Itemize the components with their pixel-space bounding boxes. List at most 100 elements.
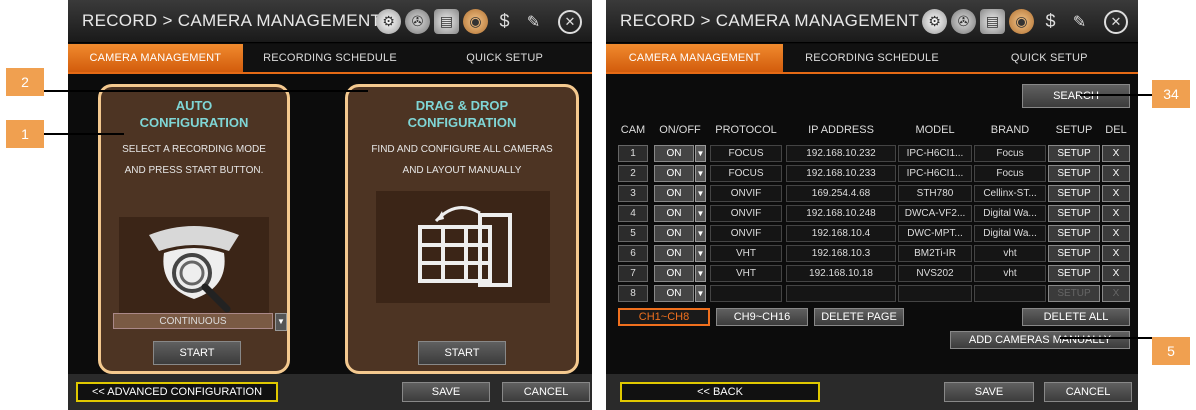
dropdown-arrow-icon[interactable]: ▼ (695, 245, 706, 262)
callout-2-line (44, 90, 368, 92)
disk-icon[interactable]: ▤ (434, 9, 459, 34)
on-off-button[interactable]: ON (654, 185, 694, 202)
delete-button[interactable]: X (1102, 185, 1130, 202)
save-button[interactable]: SAVE (944, 382, 1034, 402)
disk-icon[interactable]: ▤ (980, 9, 1005, 34)
on-off-button[interactable]: ON (654, 245, 694, 262)
dropdown-arrow-icon[interactable]: ▼ (695, 265, 706, 282)
dropdown-arrow-icon[interactable]: ▼ (695, 165, 706, 182)
header-ip-address: IP ADDRESS (808, 124, 874, 136)
dropdown-arrow-icon[interactable]: ▼ (695, 205, 706, 222)
brand-cell: Digital Wa... (974, 205, 1046, 222)
tab-quick-setup[interactable]: QUICK SETUP (961, 44, 1138, 72)
on-off-button[interactable]: ON (654, 225, 694, 242)
tab-camera-management[interactable]: CAMERA MANAGEMENT (606, 44, 784, 72)
delete-button[interactable]: X (1102, 245, 1130, 262)
delete-page-button[interactable]: DELETE PAGE (814, 308, 904, 326)
title-bar: RECORD > CAMERA MANAGEMENT ⚙ ✇ ▤ ◉ $ ✎ ✕ (68, 0, 592, 43)
close-icon[interactable]: ✕ (558, 10, 582, 34)
delete-button[interactable]: X (1102, 285, 1130, 302)
cam-number-cell: 3 (618, 185, 648, 202)
setup-button[interactable]: SETUP (1048, 205, 1100, 222)
pen-icon[interactable]: ✎ (1067, 9, 1092, 34)
delete-all-button[interactable]: DELETE ALL (1022, 308, 1130, 326)
callout-1: 1 (6, 120, 44, 148)
on-off-button[interactable]: ON (654, 165, 694, 182)
delete-button[interactable]: X (1102, 165, 1130, 182)
on-off-button[interactable]: ON (654, 145, 694, 162)
header-model: MODEL (915, 124, 955, 136)
protocol-cell (710, 285, 782, 302)
cam-number-cell: 7 (618, 265, 648, 282)
on-off-button[interactable]: ON (654, 285, 694, 302)
tab-recording-schedule[interactable]: RECORDING SCHEDULE (783, 44, 960, 72)
delete-button[interactable]: X (1102, 225, 1130, 242)
dropdown-arrow-icon[interactable]: ▼ (695, 145, 706, 162)
delete-button[interactable]: X (1102, 205, 1130, 222)
header-cam: CAM (620, 124, 646, 136)
dropdown-arrow-icon[interactable]: ▼ (695, 285, 706, 302)
dollar-icon[interactable]: $ (1038, 9, 1063, 34)
setup-button[interactable]: SETUP (1048, 265, 1100, 282)
ip-address-cell: 192.168.10.3 (786, 245, 896, 262)
protocol-cell: FOCUS (710, 165, 782, 182)
brand-cell (974, 285, 1046, 302)
setup-button[interactable]: SETUP (1048, 145, 1100, 162)
protocol-cell: ONVIF (710, 225, 782, 242)
delete-button[interactable]: X (1102, 265, 1130, 282)
setup-button[interactable]: SETUP (1048, 285, 1100, 302)
ip-address-cell: 192.168.10.248 (786, 205, 896, 222)
drag-drop-configuration-box: DRAG & DROP CONFIGURATION FIND AND CONFI… (345, 84, 579, 374)
pen-icon[interactable]: ✎ (521, 9, 546, 34)
brand-cell: Digital Wa... (974, 225, 1046, 242)
cancel-button[interactable]: CANCEL (1044, 382, 1132, 402)
model-cell: IPC-H6CI1... (898, 165, 972, 182)
gear-icon[interactable]: ⚙ (922, 9, 947, 34)
camera-icon[interactable]: ◉ (1009, 9, 1034, 34)
tab-camera-management[interactable]: CAMERA MANAGEMENT (68, 44, 243, 72)
protocol-cell: FOCUS (710, 145, 782, 162)
tape-icon[interactable]: ✇ (951, 9, 976, 34)
advanced-configuration-button[interactable]: << ADVANCED CONFIGURATION (76, 382, 278, 402)
tape-icon[interactable]: ✇ (405, 9, 430, 34)
auto-configuration-box: AUTO CONFIGURATION SELECT A RECORDING MO… (98, 84, 290, 374)
model-cell: DWC-MPT... (898, 225, 972, 242)
on-off-button[interactable]: ON (654, 205, 694, 222)
dropdown-arrow-icon[interactable]: ▼ (695, 225, 706, 242)
page-ch9-ch16-button[interactable]: CH9~CH16 (716, 308, 808, 326)
dollar-icon[interactable]: $ (492, 9, 517, 34)
setup-button[interactable]: SETUP (1048, 165, 1100, 182)
dropdown-arrow-icon[interactable]: ▼ (275, 313, 287, 331)
delete-button[interactable]: X (1102, 145, 1130, 162)
close-icon[interactable]: ✕ (1104, 10, 1128, 34)
cancel-button[interactable]: CANCEL (502, 382, 590, 402)
setup-button[interactable]: SETUP (1048, 225, 1100, 242)
back-button[interactable]: << BACK (620, 382, 820, 402)
setup-button[interactable]: SETUP (1048, 245, 1100, 262)
camera-icon[interactable]: ◉ (463, 9, 488, 34)
on-off-button[interactable]: ON (654, 265, 694, 282)
add-cameras-manually-button[interactable]: ADD CAMERAS MANUALLY (950, 331, 1130, 349)
tab-recording-schedule[interactable]: RECORDING SCHEDULE (243, 44, 418, 72)
setup-button[interactable]: SETUP (1048, 185, 1100, 202)
tab-bar: CAMERA MANAGEMENT RECORDING SCHEDULE QUI… (606, 44, 1138, 74)
callout-34-line (1080, 94, 1152, 96)
page-title: RECORD > CAMERA MANAGEMENT (620, 11, 920, 30)
search-button[interactable]: SEARCH (1022, 84, 1130, 108)
auto-config-title-line1: AUTO (175, 98, 213, 113)
drag-start-button[interactable]: START (418, 341, 506, 365)
page-ch1-ch8-button[interactable]: CH1~CH8 (618, 308, 710, 326)
header-del: DEL (1105, 124, 1127, 136)
brand-cell: Focus (974, 165, 1046, 182)
save-button[interactable]: SAVE (402, 382, 490, 402)
tab-quick-setup[interactable]: QUICK SETUP (417, 44, 592, 72)
callout-2: 2 (6, 68, 44, 96)
drag-config-desc-line1: FIND AND CONFIGURE ALL CAMERAS (371, 144, 553, 155)
auto-start-button[interactable]: START (153, 341, 241, 365)
header-protocol: PROTOCOL (715, 124, 777, 136)
recording-mode-select[interactable]: CONTINUOUS (113, 313, 273, 329)
protocol-cell: VHT (710, 265, 782, 282)
ip-address-cell: 192.168.10.4 (786, 225, 896, 242)
dropdown-arrow-icon[interactable]: ▼ (695, 185, 706, 202)
gear-icon[interactable]: ⚙ (376, 9, 401, 34)
